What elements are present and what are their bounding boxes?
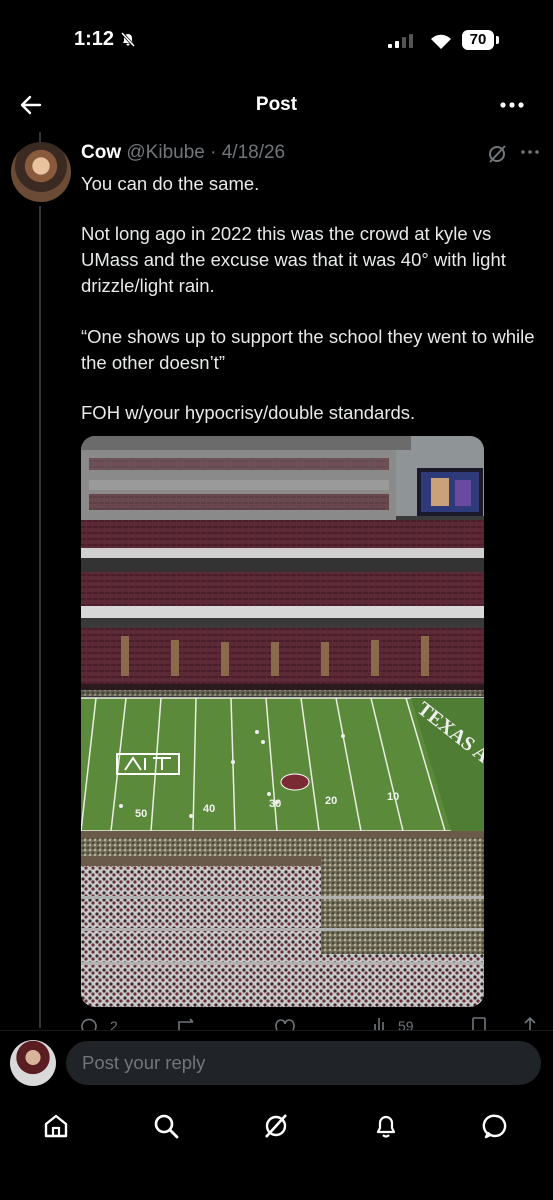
- user-avatar[interactable]: [10, 1040, 56, 1086]
- bell-off-icon: [120, 31, 136, 47]
- author-avatar[interactable]: [11, 142, 71, 202]
- meta-separator: ·: [204, 142, 222, 163]
- grok-icon[interactable]: [487, 144, 507, 164]
- repost-icon[interactable]: [176, 1016, 198, 1030]
- notifications-icon[interactable]: [372, 1112, 400, 1140]
- yard-number: 40: [203, 803, 215, 815]
- tweet-paragraph: Not long ago in 2022 this was the crowd …: [81, 223, 506, 296]
- yard-number: 20: [325, 795, 337, 807]
- post-date: 4/18/26: [221, 142, 286, 163]
- divider: [0, 1030, 553, 1031]
- tweet-photo[interactable]: TEXAS A&M 50 40 30 20 10: [81, 436, 484, 1007]
- battery-indicator: 70: [462, 30, 494, 50]
- battery-nub: [496, 36, 499, 44]
- messages-icon[interactable]: [482, 1112, 510, 1140]
- yard-number: 50: [135, 808, 147, 820]
- search-icon[interactable]: [152, 1112, 180, 1140]
- bookmark-icon[interactable]: [470, 1016, 488, 1030]
- reply-placeholder: Post your reply: [82, 1052, 206, 1073]
- views-icon[interactable]: [372, 1016, 386, 1030]
- tweet-paragraph: You can do the same.: [81, 173, 260, 194]
- share-icon[interactable]: [522, 1016, 538, 1030]
- like-icon[interactable]: [274, 1016, 296, 1030]
- wifi-icon: [431, 34, 451, 49]
- author-handle[interactable]: @Kibube: [126, 142, 204, 163]
- tweet-meta: Cow @Kibube · 4/18/26: [81, 142, 285, 164]
- stadium-image: TEXAS A&M 50 40 30 20 10: [81, 436, 484, 1007]
- tweet-more-icon[interactable]: [520, 146, 540, 158]
- thread-line-top: [39, 132, 41, 142]
- more-options-icon[interactable]: [498, 96, 526, 114]
- yard-number: 10: [387, 791, 399, 803]
- home-icon[interactable]: [42, 1112, 70, 1140]
- tweet-paragraph: FOH w/your hypocrisy/double standards.: [81, 402, 416, 423]
- thread-line: [39, 206, 41, 1028]
- signal-icon: [388, 34, 413, 48]
- grok-icon[interactable]: [262, 1112, 290, 1140]
- reply-icon[interactable]: [81, 1016, 97, 1030]
- author-name[interactable]: Cow: [81, 142, 121, 163]
- page-title: Post: [255, 94, 298, 115]
- yard-number: 30: [269, 798, 281, 810]
- tweet-paragraph: “One shows up to support the school they…: [81, 326, 535, 373]
- status-time: 1:12: [74, 28, 115, 50]
